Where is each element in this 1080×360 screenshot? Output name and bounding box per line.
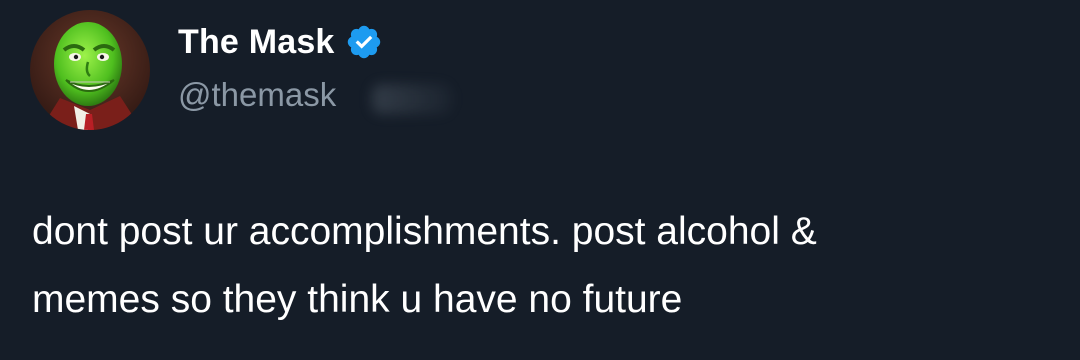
tweet-card: The Mask @themask dont post ur accomplis… bbox=[0, 0, 1080, 360]
avatar[interactable] bbox=[30, 10, 150, 130]
verified-badge-icon[interactable] bbox=[345, 23, 383, 61]
author-name-row: The Mask bbox=[178, 20, 383, 64]
author-handle[interactable]: @themask bbox=[178, 76, 336, 114]
green-mask-face-icon bbox=[30, 10, 150, 130]
tweet-text: dont post ur accomplishments. post alcoh… bbox=[32, 210, 817, 321]
author-display-name[interactable]: The Mask bbox=[178, 23, 335, 62]
handle-redaction-blur bbox=[372, 84, 452, 114]
